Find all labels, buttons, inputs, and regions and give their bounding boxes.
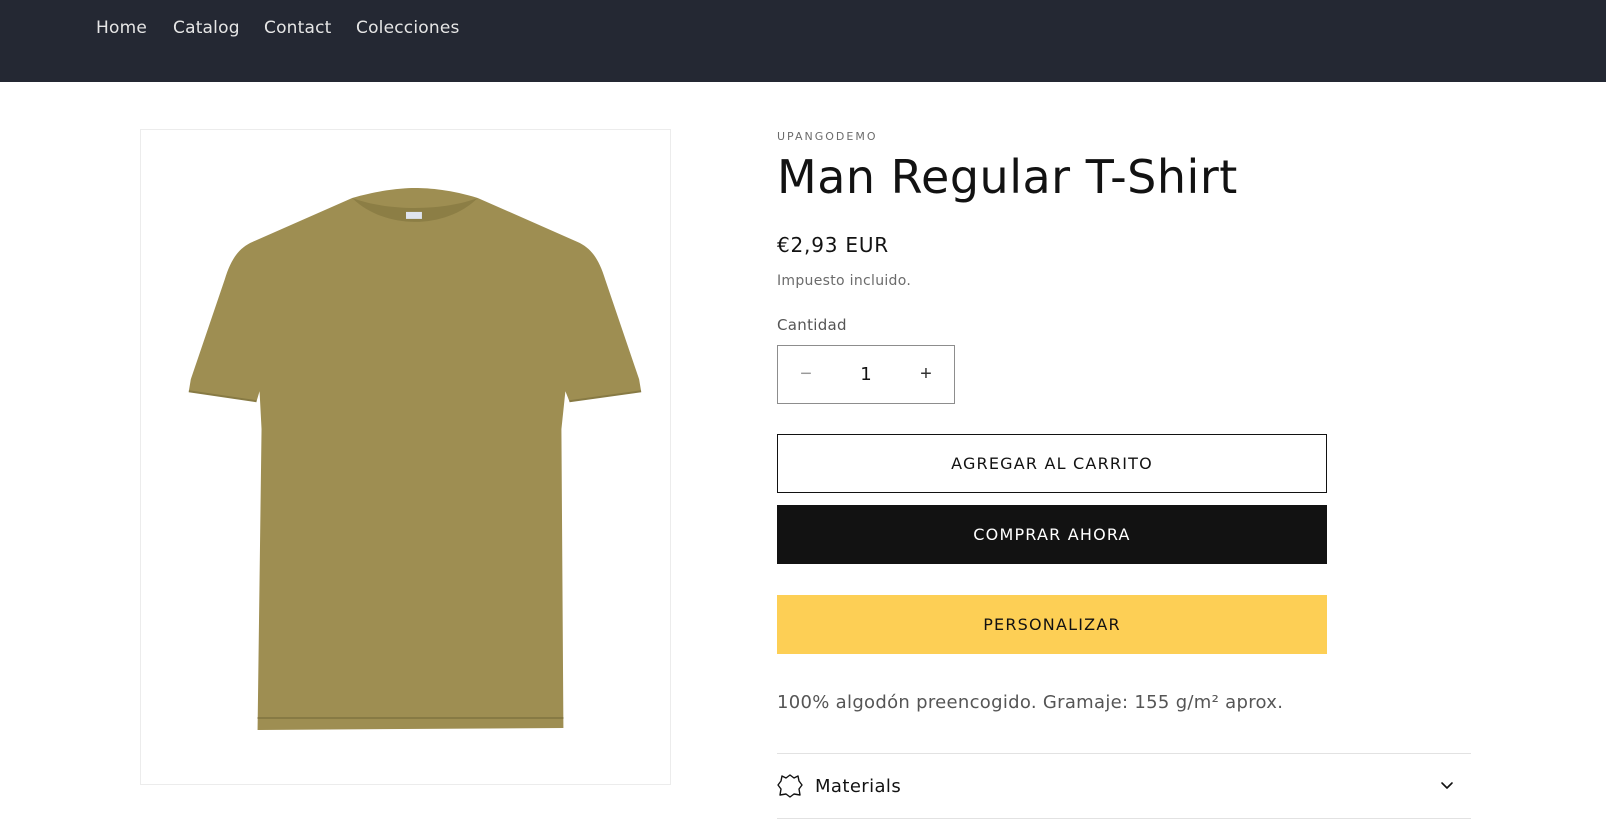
accordion-label: Materials xyxy=(815,775,902,797)
personalize-button[interactable]: PERSONALIZAR xyxy=(777,595,1327,654)
chevron-down-icon xyxy=(1439,777,1455,793)
add-to-cart-button[interactable]: AGREGAR AL CARRITO xyxy=(777,434,1327,493)
nav-contact[interactable]: Contact xyxy=(264,18,332,38)
nav-home[interactable]: Home xyxy=(96,18,147,38)
product-price: €2,93 EUR xyxy=(777,233,889,257)
quantity-label: Cantidad xyxy=(777,316,847,334)
tax-note: Impuesto incluido. xyxy=(777,273,912,289)
quantity-input[interactable] xyxy=(834,346,898,403)
leather-icon xyxy=(777,773,803,799)
quantity-stepper: − + xyxy=(777,345,955,404)
site-header: Home Catalog Contact Colecciones xyxy=(0,0,1606,82)
quantity-decrease-button[interactable]: − xyxy=(778,346,834,403)
buy-now-button[interactable]: COMPRAR AHORA xyxy=(777,505,1327,564)
tshirt-label xyxy=(405,211,422,219)
materials-accordion[interactable]: Materials xyxy=(777,754,1471,818)
product-image[interactable] xyxy=(140,129,671,785)
product-title: Man Regular T-Shirt xyxy=(777,150,1238,204)
nav-colecciones[interactable]: Colecciones xyxy=(356,18,460,38)
tshirt-image xyxy=(188,188,642,730)
nav-catalog[interactable]: Catalog xyxy=(173,18,240,38)
divider xyxy=(777,818,1471,819)
product-vendor: UPANGODEMO xyxy=(777,130,878,143)
quantity-increase-button[interactable]: + xyxy=(898,346,954,403)
product-description: 100% algodón preencogido. Gramaje: 155 g… xyxy=(777,692,1284,713)
tshirt-body xyxy=(188,188,642,730)
